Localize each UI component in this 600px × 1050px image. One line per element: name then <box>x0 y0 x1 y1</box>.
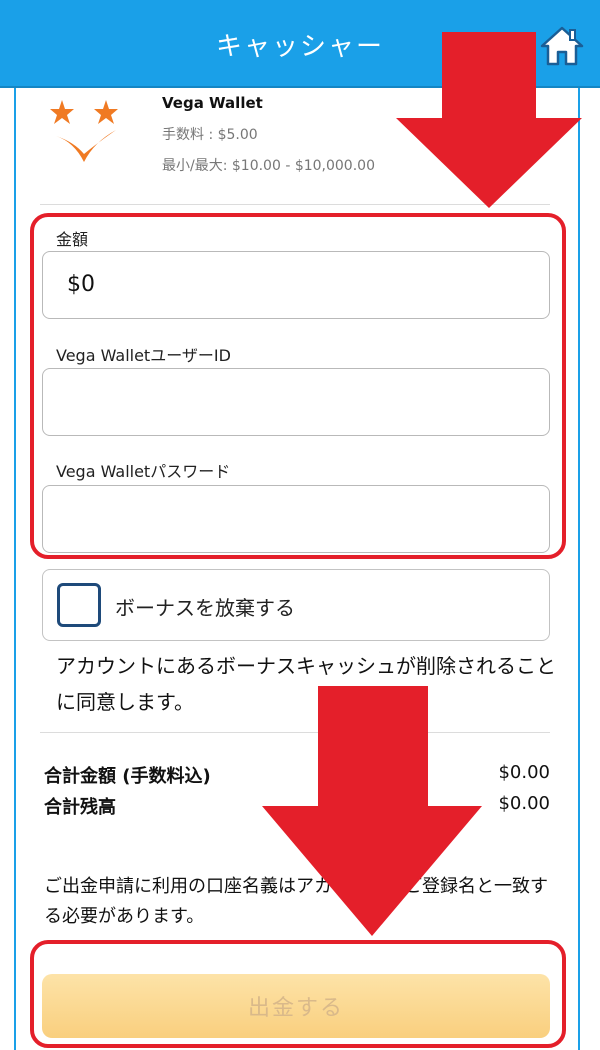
total-balance-value: $0.00 <box>498 793 550 814</box>
total-amount-label: 合計金額 (手数料込) <box>44 766 211 787</box>
submit-highlight-box <box>30 940 566 1048</box>
arrow-down-icon <box>262 686 482 936</box>
forfeit-bonus-checkbox[interactable] <box>57 583 101 627</box>
vega-wallet-logo <box>50 100 118 162</box>
total-balance-label: 合計残高 <box>44 797 116 818</box>
form-highlight-box <box>30 213 566 559</box>
arrow-down-icon <box>396 32 582 208</box>
forfeit-bonus-label: ボーナスを放棄する <box>115 596 295 620</box>
forfeit-bonus-option[interactable]: ボーナスを放棄する <box>42 569 550 641</box>
payment-method-limit: 最小/最大: $10.00 - $10,000.00 <box>162 158 375 174</box>
payment-method-fee: 手数料 : $5.00 <box>162 127 258 143</box>
payment-method-name: Vega Wallet <box>162 94 263 112</box>
total-amount-value: $0.00 <box>498 762 550 783</box>
